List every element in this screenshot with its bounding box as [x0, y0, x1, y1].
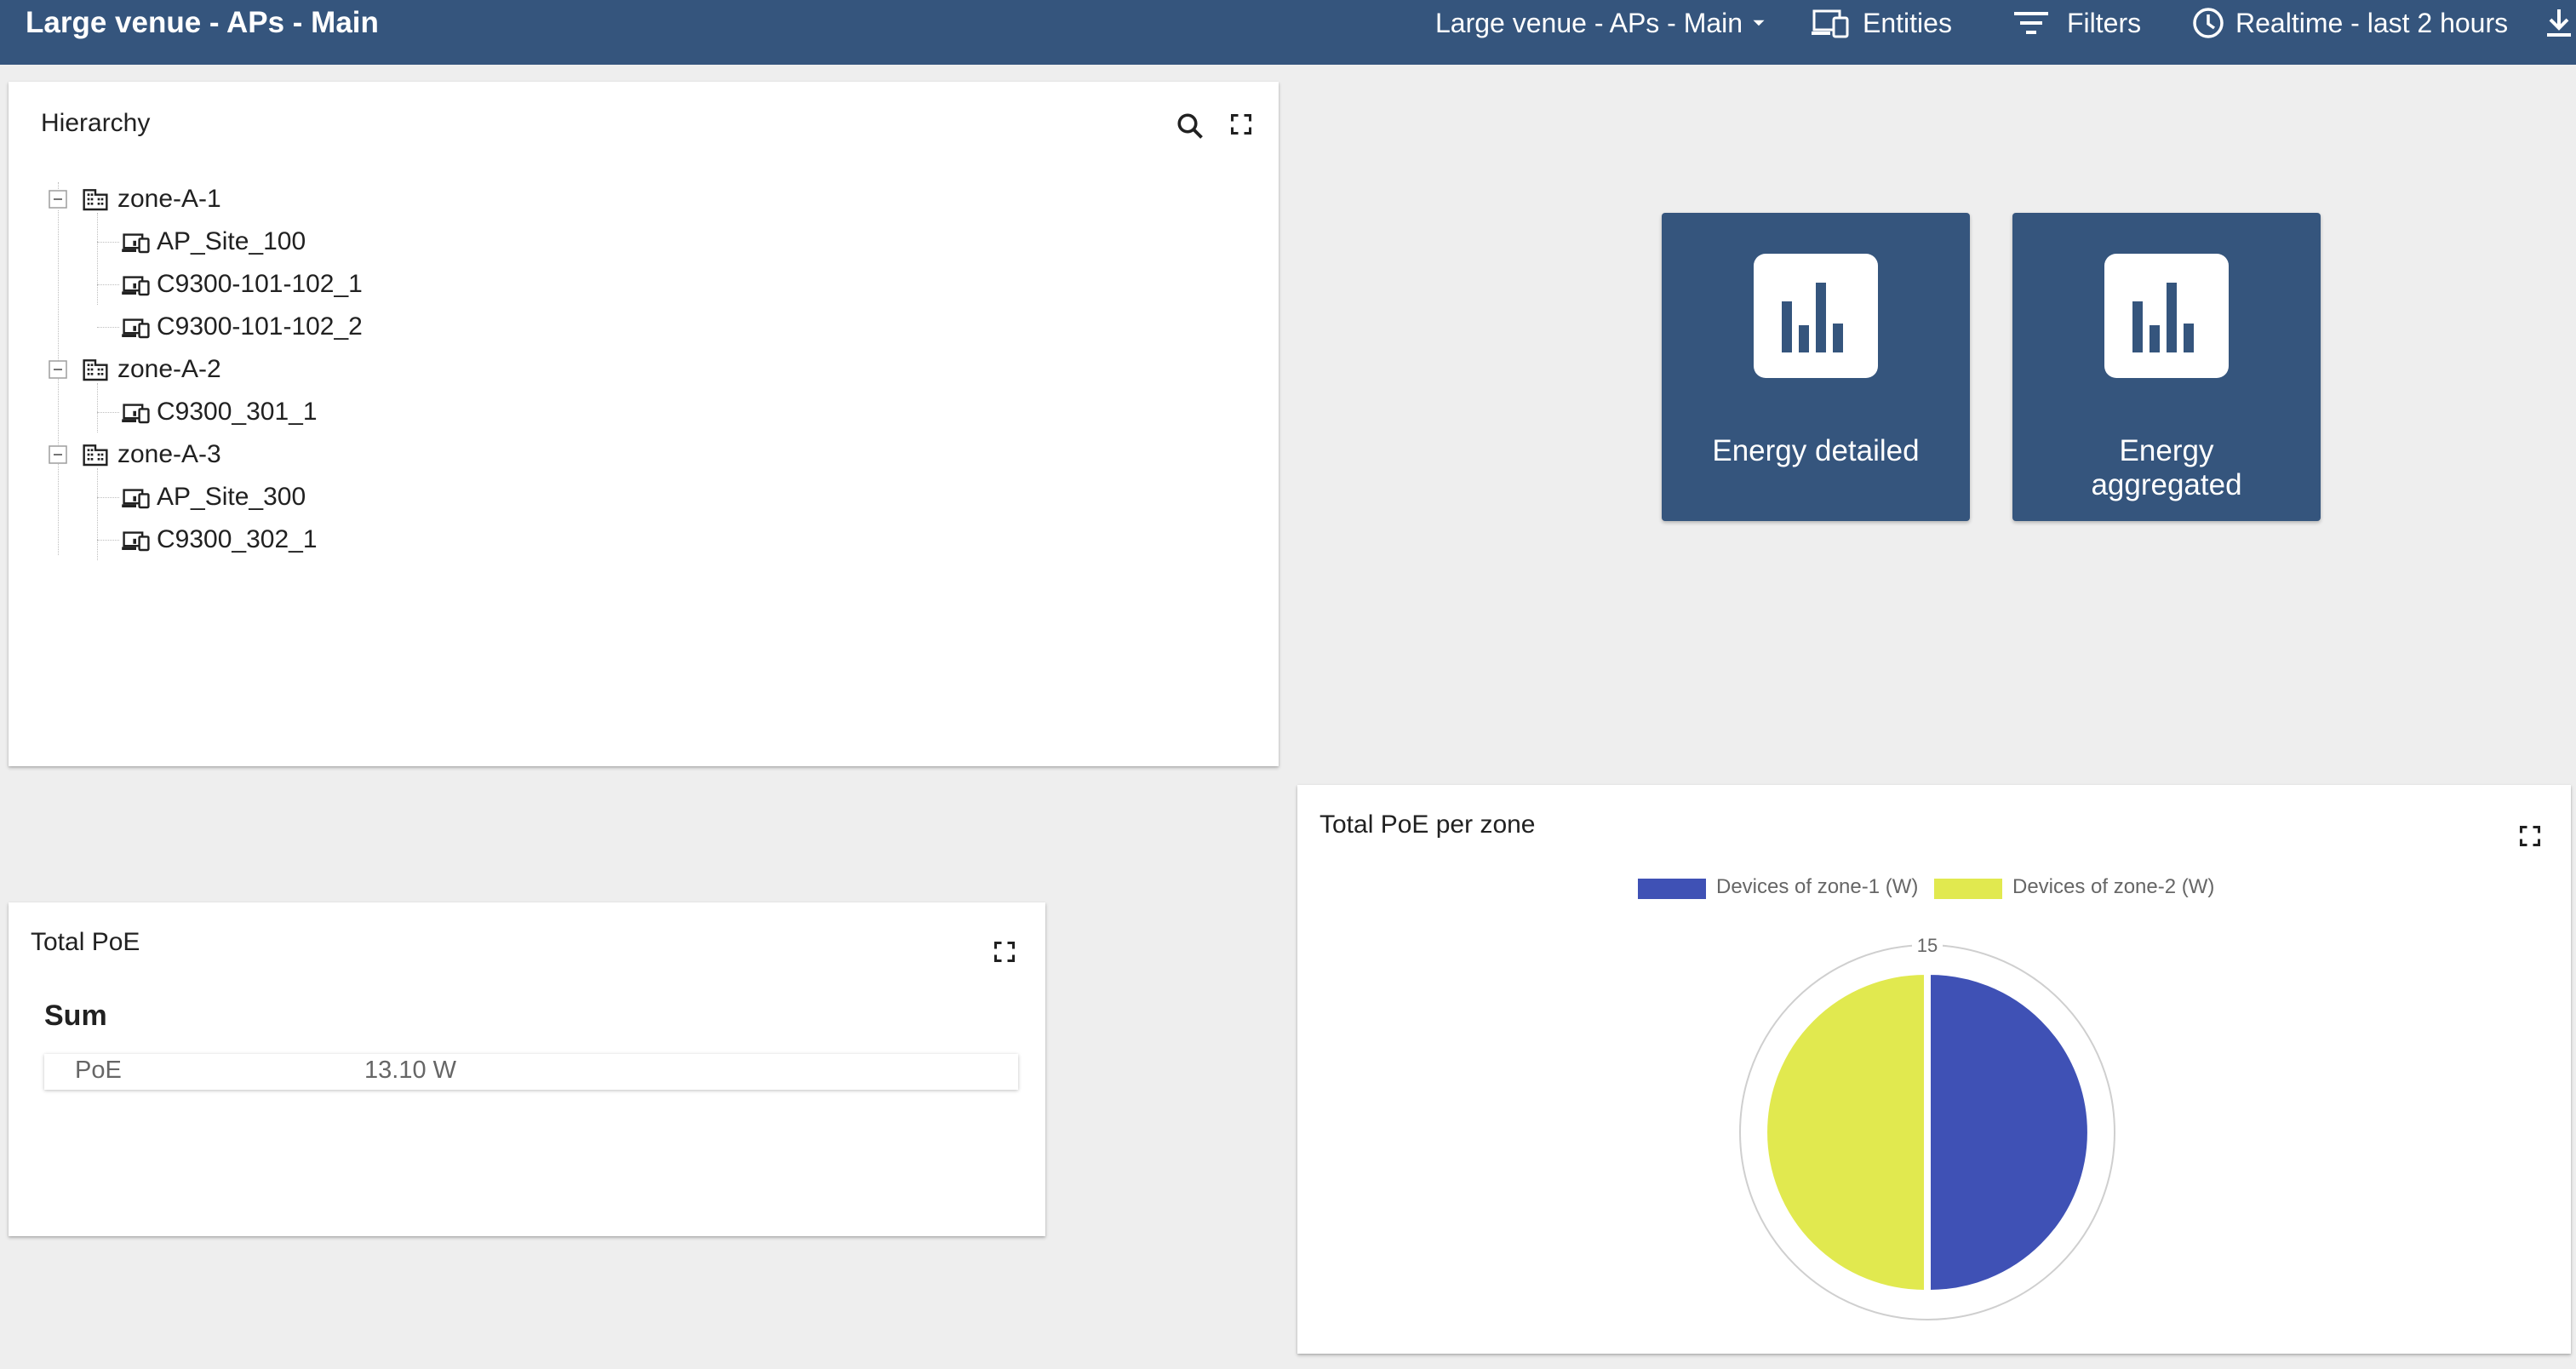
sum-key: PoE [75, 1057, 122, 1084]
tree-node-label: zone-A-2 [117, 355, 221, 383]
caret-down-icon [1753, 20, 1765, 26]
tree-node-label: C9300_301_1 [157, 398, 318, 426]
tree-node-label: AP_Site_100 [157, 227, 306, 255]
radial-scale-label: 15 [1917, 935, 1938, 956]
filters-label: Filters [2067, 7, 2142, 38]
building-icon [83, 359, 108, 381]
download-icon [2547, 9, 2571, 37]
collapse-icon[interactable] [48, 359, 68, 380]
filter-icon [2014, 12, 2048, 34]
poe-per-zone-widget: Total PoE per zone Devices of zone-1 (W)… [1297, 785, 2571, 1354]
tree-node-label: zone-A-3 [117, 440, 221, 468]
device-icon [122, 404, 150, 424]
legend-swatch-zone-1 [1638, 879, 1706, 899]
dashboard-select[interactable]: Large venue - APs - Main [1435, 3, 1770, 43]
tile-label: Energy detailed [1712, 434, 1920, 467]
sum-value: 13.10 W [364, 1057, 456, 1084]
fullscreen-icon[interactable] [2518, 824, 2542, 848]
bar-chart-icon [1754, 254, 1878, 378]
legend-swatch-zone-2 [1934, 879, 2002, 899]
hierarchy-widget: Hierarchy zone-A-1 AP_Site_100 C9300-101… [9, 82, 1279, 766]
tree-node-label: AP_Site_300 [157, 483, 306, 511]
collapse-icon[interactable] [48, 444, 68, 465]
tree-node-device[interactable]: AP_Site_100 [121, 223, 306, 261]
tree-node-zone[interactable]: zone-A-2 [48, 351, 221, 388]
tree-node-label: C9300_302_1 [157, 525, 318, 553]
download-button[interactable] [2542, 3, 2576, 43]
device-icon [122, 233, 150, 254]
fullscreen-icon[interactable] [993, 940, 1016, 964]
filters-button[interactable]: Filters [2014, 3, 2141, 43]
building-icon [83, 444, 108, 467]
top-toolbar: Large venue - APs - Main Large venue - A… [0, 0, 2576, 65]
device-icon [122, 531, 150, 552]
building-icon [83, 189, 108, 211]
device-icon [122, 318, 150, 339]
tree-node-zone[interactable]: zone-A-3 [48, 436, 221, 473]
dashboard-select-value: Large venue - APs - Main [1435, 7, 1743, 38]
tree-node-zone[interactable]: zone-A-1 [48, 180, 221, 218]
tile-energy-detailed[interactable]: Energy detailed [1662, 213, 1970, 521]
fullscreen-icon[interactable] [1229, 112, 1253, 136]
devices-icon [1812, 9, 1849, 38]
total-poe-title: Total PoE [31, 928, 140, 956]
total-poe-widget: Total PoE Sum PoE 13.10 W [9, 902, 1045, 1236]
sum-row: PoE 13.10 W [44, 1054, 1018, 1090]
tile-label-line2: aggregated [2091, 468, 2242, 501]
collapse-icon[interactable] [48, 189, 68, 209]
tree-node-device[interactable]: C9300_301_1 [121, 393, 318, 431]
pie-slice-1[interactable] [1929, 972, 2089, 1292]
device-icon [122, 489, 150, 509]
search-icon[interactable] [1175, 111, 1205, 141]
pie-slice-2[interactable] [1766, 972, 1926, 1292]
chart-title: Total PoE per zone [1319, 811, 1536, 839]
dashboard-title: Large venue - APs - Main [26, 6, 379, 39]
tile-label-line1: Energy [2119, 434, 2214, 467]
bar-chart-icon [2104, 254, 2229, 378]
entities-button[interactable]: Entities [1812, 3, 1952, 43]
tree-node-device[interactable]: C9300_302_1 [121, 521, 318, 558]
tree-node-device[interactable]: AP_Site_300 [121, 478, 306, 516]
tile-energy-aggregated[interactable]: Energy aggregated [2012, 213, 2321, 521]
clock-icon [2193, 8, 2224, 38]
tree-node-label: C9300-101-102_1 [157, 270, 363, 298]
legend-label-zone-2: Devices of zone-2 (W) [2012, 875, 2215, 898]
legend-label-zone-1: Devices of zone-1 (W) [1716, 875, 1919, 898]
device-icon [122, 276, 150, 296]
tree-node-label: zone-A-1 [117, 185, 221, 213]
tree-node-device[interactable]: C9300-101-102_2 [121, 308, 363, 346]
tree-node-device[interactable]: C9300-101-102_1 [121, 266, 363, 303]
sum-heading: Sum [44, 1000, 107, 1032]
hierarchy-title: Hierarchy [41, 109, 151, 137]
timewindow-label: Realtime - last 2 hours [2235, 7, 2509, 38]
tree-node-label: C9300-101-102_2 [157, 312, 363, 341]
pie-chart: 15 [1739, 935, 2115, 1320]
entities-label: Entities [1863, 7, 1952, 38]
timewindow-button[interactable]: Realtime - last 2 hours [2191, 3, 2508, 43]
